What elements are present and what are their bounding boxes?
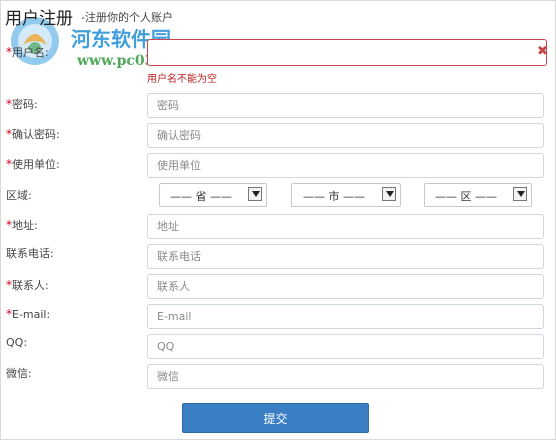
district-select[interactable]: —— 区 —— (424, 183, 532, 207)
chevron-down-icon[interactable] (382, 187, 396, 201)
email-label: *E-mail: (6, 307, 50, 321)
chevron-down-icon[interactable] (248, 187, 262, 201)
email-input[interactable] (147, 304, 544, 329)
province-select[interactable]: —— 省 —— (159, 183, 267, 207)
unit-label-text: 使用单位: (12, 158, 60, 171)
username-error-message: 用户名不能为空 (147, 74, 217, 85)
password-label: *密码: (6, 96, 38, 112)
phone-label: 联系电话: (6, 247, 54, 260)
submit-button[interactable]: 提交 (182, 403, 369, 433)
confirm-password-label-text: 确认密码: (12, 128, 60, 141)
contact-label-text: 联系人: (12, 279, 49, 292)
clear-icon[interactable]: ✖ (537, 44, 548, 59)
password-label-text: 密码: (12, 98, 38, 111)
wechat-input[interactable] (147, 364, 544, 389)
qq-label: QQ: (6, 336, 28, 349)
chevron-down-icon[interactable] (513, 187, 527, 201)
address-label-text: 地址: (12, 219, 38, 232)
district-select-value: —— 区 —— (435, 190, 497, 203)
city-select-value: —— 市 —— (303, 190, 365, 203)
unit-label: *使用单位: (6, 156, 60, 172)
city-select[interactable]: —— 市 —— (291, 183, 401, 207)
qq-input[interactable] (147, 334, 544, 359)
username-label: *用户名: (6, 44, 49, 60)
region-label: 区域: (6, 189, 32, 202)
contact-input[interactable] (147, 274, 544, 299)
phone-input[interactable] (147, 244, 544, 269)
wechat-label: 微信: (6, 367, 32, 380)
address-label: *地址: (6, 217, 38, 233)
contact-label: *联系人: (6, 277, 49, 293)
address-input[interactable] (147, 214, 544, 239)
page-title: 用户注册 (5, 9, 73, 29)
password-input[interactable] (147, 93, 544, 118)
username-label-text: 用户名: (12, 46, 49, 59)
confirm-password-input[interactable] (147, 123, 544, 148)
page-subtitle: -注册你的个人账户 (81, 11, 173, 24)
email-label-text: E-mail: (12, 308, 51, 321)
registration-panel: 河东软件园 www.pc0359.cn 用户注册 -注册你的个人账户 *用户名:… (0, 0, 556, 440)
province-select-value: —— 省 —— (170, 190, 232, 203)
confirm-password-label: *确认密码: (6, 126, 60, 142)
unit-input[interactable] (147, 153, 544, 178)
username-input[interactable] (147, 39, 547, 66)
